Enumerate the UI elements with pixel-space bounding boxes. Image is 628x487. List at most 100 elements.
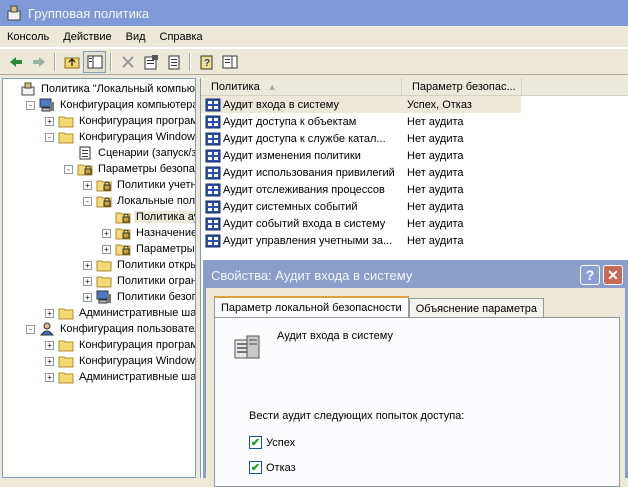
tree-item[interactable]: + Назначение пр — [3, 225, 195, 241]
collapse-icon[interactable]: - — [26, 324, 35, 334]
policy-value: Нет аудита — [407, 149, 464, 162]
policy-value: Нет аудита — [407, 115, 464, 128]
tab-local-security-setting[interactable]: Параметр локальной безопасности — [214, 296, 409, 318]
up-level-button[interactable] — [60, 51, 83, 73]
tree-item-label: Конфигурация программ — [79, 339, 196, 351]
failure-option[interactable]: ✔ Отказ — [249, 461, 296, 474]
tree-item[interactable]: - Конфигурация Windows — [3, 129, 195, 145]
policy-row[interactable]: Аудит отслеживания процессов Нет аудита — [201, 181, 628, 198]
expand-icon[interactable]: + — [45, 340, 54, 350]
policy-name-text: Аудит отслеживания процессов — [223, 183, 385, 196]
expand-icon[interactable]: + — [83, 260, 92, 270]
policy-row[interactable]: Аудит управления учетными за... Нет аудит… — [201, 232, 628, 249]
console-tree: Политика "Локальный компьюте - Конфигураци… — [2, 78, 196, 478]
tree-item[interactable]: + Параметры бе — [3, 241, 195, 257]
policy-name-text: Аудит системных событий — [223, 200, 358, 213]
policy-row[interactable]: Аудит событий входа в систему Нет аудита — [201, 215, 628, 232]
computer-icon — [96, 290, 112, 304]
lock-folder-icon — [77, 162, 93, 176]
menu-help[interactable]: Справка — [153, 31, 210, 43]
audit-policy-icon — [205, 234, 221, 248]
tab-explain[interactable]: Объяснение параметра — [408, 298, 545, 318]
export-list-button[interactable] — [162, 51, 185, 73]
show-action-pane-button[interactable] — [218, 51, 241, 73]
tree-item[interactable]: - Конфигурация компьютера — [3, 97, 195, 113]
properties-button[interactable] — [139, 51, 162, 73]
success-label: Успех — [266, 436, 296, 449]
audit-policy-icon — [205, 217, 221, 231]
collapse-icon[interactable]: - — [83, 196, 92, 206]
collapse-icon[interactable]: - — [45, 132, 54, 142]
tree-item[interactable]: + Конфигурация программ — [3, 337, 195, 353]
menu-action[interactable]: Действие — [56, 31, 118, 43]
policy-row[interactable]: Аудит изменения политики Нет аудита — [201, 147, 628, 164]
policy-row[interactable]: Аудит использования привилегий Нет аудита — [201, 164, 628, 181]
tree-item[interactable]: + Политики безопас — [3, 289, 195, 305]
audit-question: Вести аудит следующих попыток доступа: — [249, 410, 465, 422]
expand-icon[interactable]: + — [102, 228, 111, 238]
tree-item[interactable]: + Конфигурация программ — [3, 113, 195, 129]
expand-icon[interactable]: + — [83, 180, 92, 190]
success-option[interactable]: ✔ Успех — [249, 436, 295, 449]
properties-icon — [144, 54, 158, 69]
dialog-tabs: Параметр локальной безопасности Объяснен… — [214, 296, 545, 318]
tree-item[interactable]: + Конфигурация Windows — [3, 353, 195, 369]
tree-item[interactable]: + Политики учетны — [3, 177, 195, 193]
folder-icon — [58, 338, 74, 352]
tree-item-label: Конфигурация компьютера — [60, 99, 196, 111]
help-button[interactable]: ? — [195, 51, 218, 73]
expand-icon[interactable]: + — [45, 372, 54, 382]
collapse-icon[interactable]: - — [26, 100, 35, 110]
sort-arrow-icon: ▲ — [267, 82, 277, 92]
folder-icon — [58, 306, 74, 320]
audit-policy-icon — [205, 183, 221, 197]
menu-console[interactable]: Консоль — [0, 31, 56, 43]
menu-view[interactable]: Вид — [119, 31, 153, 43]
policy-row[interactable]: Аудит доступа к объектам Нет аудита — [201, 113, 628, 130]
tree-item[interactable]: - Параметры безопаснос — [3, 161, 195, 177]
tree-item[interactable]: + Политики открыт — [3, 257, 195, 273]
export-list-icon — [168, 55, 179, 69]
tree-item[interactable]: Сценарии (запуск/заве — [3, 145, 195, 161]
tree-item[interactable]: Политика ауд — [3, 209, 195, 225]
tree-item[interactable]: Политика "Локальный компьюте — [3, 81, 195, 97]
window-title: Групповая политика — [28, 5, 150, 21]
lock-folder-icon — [115, 226, 131, 240]
tree-item[interactable]: - Конфигурация пользователя — [3, 321, 195, 337]
tree-item[interactable]: + Административные шабл — [3, 305, 195, 321]
expand-icon[interactable]: + — [45, 356, 54, 366]
column-policy[interactable]: Политика ▲ — [201, 78, 402, 96]
back-button[interactable] — [4, 51, 27, 73]
collapse-icon[interactable]: - — [64, 164, 73, 174]
toolbar: ? — [0, 48, 628, 75]
column-setting[interactable]: Параметр безопас... — [402, 78, 522, 96]
policy-value: Нет аудита — [407, 183, 464, 196]
success-checkbox[interactable]: ✔ — [249, 436, 262, 449]
policy-server-icon — [234, 335, 260, 359]
group-policy-window: Групповая политика Консоль Действие Вид … — [0, 0, 628, 487]
forward-button[interactable] — [27, 51, 50, 73]
policy-row[interactable]: Аудит входа в систему Успех, Отказ — [201, 96, 521, 113]
tree-item[interactable]: - Локальные полит — [3, 193, 195, 209]
dialog-help-button[interactable]: ? — [580, 265, 600, 285]
policy-cell: Аудит отслеживания процессов — [201, 183, 401, 197]
failure-checkbox[interactable]: ✔ — [249, 461, 262, 474]
tree-item-label: Политики безопас — [117, 291, 195, 303]
expand-icon[interactable]: + — [45, 308, 54, 318]
audit-policy-icon — [205, 132, 221, 146]
policy-row[interactable]: Аудит системных событий Нет аудита — [201, 198, 628, 215]
show-hide-tree-button[interactable] — [83, 50, 106, 73]
audit-policy-icon — [205, 149, 221, 163]
expand-icon[interactable]: + — [83, 276, 92, 286]
policy-row[interactable]: Аудит доступа к службе катал... Нет аудит… — [201, 130, 628, 147]
delete-button[interactable] — [116, 51, 139, 73]
tree-item-label: Политики учетны — [117, 179, 196, 191]
dialog-close-button[interactable]: ✕ — [603, 265, 623, 285]
tree-item[interactable]: + Политики огранич — [3, 273, 195, 289]
tree-item-label: Конфигурация пользователя — [60, 323, 196, 335]
expand-icon[interactable]: + — [102, 244, 111, 254]
expand-icon[interactable]: + — [45, 116, 54, 126]
expand-icon[interactable]: + — [83, 292, 92, 302]
audit-policy-icon — [205, 166, 221, 180]
tree-item[interactable]: + Административные шабл — [3, 369, 195, 385]
